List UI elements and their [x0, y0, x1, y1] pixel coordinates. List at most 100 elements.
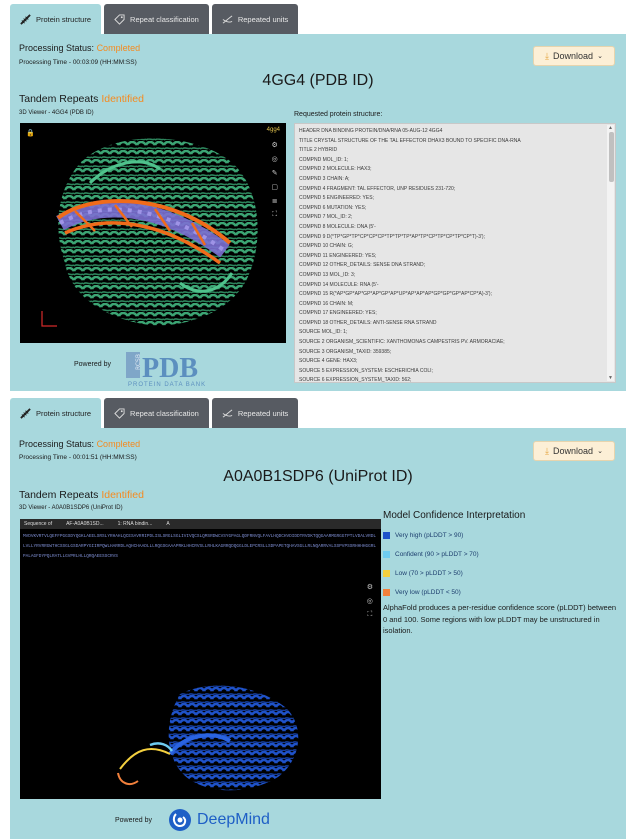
legend-label: Very low (pLDDT < 50) [395, 589, 461, 596]
deepmind-logo: DeepMind [168, 808, 270, 832]
camera-icon[interactable]: ▢ [271, 183, 278, 191]
tab-bar-1: Protein structure Repeat classification … [10, 4, 299, 34]
powered-by-label: Powered by [115, 817, 152, 824]
structure-line: COMPND 16 CHAIN: M; [299, 300, 354, 307]
structure-line: SOURCE 3 ORGANISM_TAXID: 359385; [299, 348, 392, 355]
tandem-repeats-heading: Tandem Repeats Identified [19, 489, 144, 501]
confidence-description: AlphaFold produces a per-residue confide… [383, 603, 617, 635]
tandem-status: Identified [101, 489, 144, 501]
tandem-status: Identified [101, 93, 144, 105]
svg-text:PROTEIN DATA BANK: PROTEIN DATA BANK [128, 382, 206, 388]
structure-line: COMPND 7 MOL_ID: 2; [299, 214, 353, 221]
protein-icon [20, 13, 31, 25]
tab-bar-2: Protein structure Repeat classification … [10, 398, 299, 428]
structure-line: SOURCE 6 EXPRESSION_SYSTEM_TAXID: 562; [299, 377, 412, 383]
legend-swatch [383, 589, 390, 596]
chevron-down-icon: ⌄ [597, 448, 603, 455]
molecule-viewer-3d[interactable]: 🔒 4gg4 ⚙ ◎ ✎ ▢ ≣ ⛶ [20, 123, 286, 343]
fullscreen-icon[interactable]: ⛶ [272, 211, 277, 219]
structure-line: COMPND 17 ENGINEERED: YES; [299, 310, 377, 317]
download-button[interactable]: ⤓ Download ⌄ [533, 46, 615, 66]
structure-line: COMPND 8 MOLECULE: DNA (5'- [299, 223, 376, 230]
structure-line: TITLE 2 HYBRID [299, 147, 338, 154]
dna-icon [222, 14, 233, 24]
structure-line: COMPND 11 ENGINEERED: YES; [299, 252, 377, 259]
structure-line: COMPND 12 OTHER_DETAILS: SENSE DNA STRAN… [299, 262, 426, 269]
legend-label: Low (70 > pLDDT > 50) [395, 570, 463, 577]
svg-text:🔒: 🔒 [26, 129, 35, 137]
tab-label: Repeated units [237, 14, 289, 24]
target-icon[interactable]: ◎ [272, 155, 278, 163]
viewer-label: 3D Viewer - A0A0B1SDP6 (UniProt ID) [19, 505, 123, 511]
tandem-label: Tandem Repeats [19, 93, 99, 105]
structure-line: COMPND 15 R(*AP*GP*AP*GP*AP*GP*AP*UP*AP*… [299, 291, 492, 298]
structure-text-box[interactable]: HEADER DNA BINDING PROTEIN/DNA/RNA 05-AU… [294, 123, 616, 383]
tab-label: Repeat classification [130, 408, 199, 418]
rcsb-pdb-logo: RCSB PDB PROTEIN DATA BANK [126, 348, 236, 388]
download-button[interactable]: ⤓ Download ⌄ [533, 441, 615, 461]
tab-repeated-units[interactable]: Repeated units [211, 4, 299, 34]
legend-item: Confident (90 > pLDDT > 70) [383, 545, 479, 564]
layers-icon[interactable]: ≣ [272, 197, 278, 205]
structure-tag: 4gg4 [266, 127, 280, 133]
deepmind-label: DeepMind [197, 811, 270, 828]
structure-line: TITLE CRYSTAL STRUCTURE OF THE TAL EFFEC… [299, 137, 521, 144]
fullscreen-icon[interactable]: ⛶ [367, 611, 372, 619]
status-label: Processing Status: [19, 43, 95, 53]
legend-item: Low (70 > pLDDT > 50) [383, 564, 479, 583]
tab-protein-structure[interactable]: Protein structure [10, 398, 102, 428]
structure-line: COMPND 10 CHAIN: G; [299, 243, 354, 250]
structure-text: HEADER DNA BINDING PROTEIN/DNA/RNA 05-AU… [299, 127, 603, 383]
legend-label: Very high (pLDDT > 90) [395, 532, 464, 539]
tab-label: Repeated units [237, 408, 289, 418]
status-label: Processing Status: [19, 439, 95, 449]
structure-line: COMPND 5 ENGINEERED: YES; [299, 195, 374, 202]
viewer-toolbar: ⚙ ◎ ⛶ [367, 583, 373, 619]
molecule-render: 🔒 [26, 129, 258, 327]
viewer-toolbar: ⚙ ◎ ✎ ▢ ≣ ⛶ [271, 141, 278, 219]
tab-repeat-classification[interactable]: Repeat classification [104, 4, 209, 34]
structure-line: COMPND 6 MUTATION: YES; [299, 204, 367, 211]
scroll-down-icon[interactable]: ▼ [607, 375, 614, 381]
structure-line: COMPND 3 CHAIN: A; [299, 175, 350, 182]
tag-icon [114, 407, 125, 419]
structure-line: HEADER DNA BINDING PROTEIN/DNA/RNA 05-AU… [299, 128, 443, 134]
settings-icon[interactable]: ⚙ [272, 141, 278, 149]
download-label: Download [553, 446, 594, 456]
protein-structure-panel-uniprot: Processing Status: Completed Processing … [10, 428, 626, 839]
structure-line: SOURCE 5 EXPRESSION_SYSTEM: ESCHERICHIA … [299, 367, 433, 374]
dna-icon [222, 408, 233, 418]
alphafold-render [117, 685, 299, 791]
target-icon[interactable]: ◎ [367, 597, 373, 605]
structure-line: SOURCE 2 ORGANISM_SCIENTIFIC: XANTHOMONA… [299, 339, 505, 346]
status-value: Completed [96, 43, 141, 53]
pdb-logo-graphic: RCSB PDB PROTEIN DATA BANK [126, 352, 206, 388]
legend-swatch [383, 551, 390, 558]
structure-line: COMPND 9 D(*TP*GP*TP*CP*CP*CP*TP*TP*TP*A… [299, 233, 485, 240]
viewer-label: 3D Viewer - 4GG4 (PDB ID) [19, 110, 94, 116]
settings-icon[interactable]: ⚙ [367, 583, 373, 591]
tab-repeat-classification[interactable]: Repeat classification [104, 398, 209, 428]
tag-icon [114, 13, 125, 25]
wrench-icon[interactable]: ✎ [272, 169, 278, 177]
structure-line: COMPND 4 FRAGMENT: TAL EFFECTOR, UNP RES… [299, 185, 456, 192]
scrollbar-thumb[interactable] [609, 132, 614, 182]
page-title: 4GG4 (PDB ID) [262, 72, 374, 89]
tab-repeated-units[interactable]: Repeated units [211, 398, 299, 428]
processing-status: Processing Status: Completed [19, 439, 140, 449]
powered-by-label: Powered by [74, 361, 111, 368]
molecule-viewer-3d[interactable]: Sequence of AF-A0A0B1SD... 1: RNA bindin… [20, 519, 381, 799]
status-value: Completed [96, 439, 141, 449]
tab-protein-structure[interactable]: Protein structure [10, 4, 102, 34]
structure-line: COMPND 13 MOL_ID: 3; [299, 271, 356, 278]
tab-label: Repeat classification [130, 14, 199, 24]
chevron-down-icon: ⌄ [597, 53, 603, 60]
scroll-up-icon[interactable]: ▲ [607, 125, 614, 131]
confidence-legend: Very high (pLDDT > 90) Confident (90 > pL… [383, 526, 479, 602]
tandem-label: Tandem Repeats [19, 489, 99, 501]
download-label: Download [553, 51, 594, 61]
confidence-title: Model Confidence Interpretation [383, 510, 526, 521]
structure-line: COMPND 14 MOLECULE: RNA (5'- [299, 281, 379, 288]
download-icon: ⤓ [545, 50, 550, 61]
legend-item: Very high (pLDDT > 90) [383, 526, 479, 545]
